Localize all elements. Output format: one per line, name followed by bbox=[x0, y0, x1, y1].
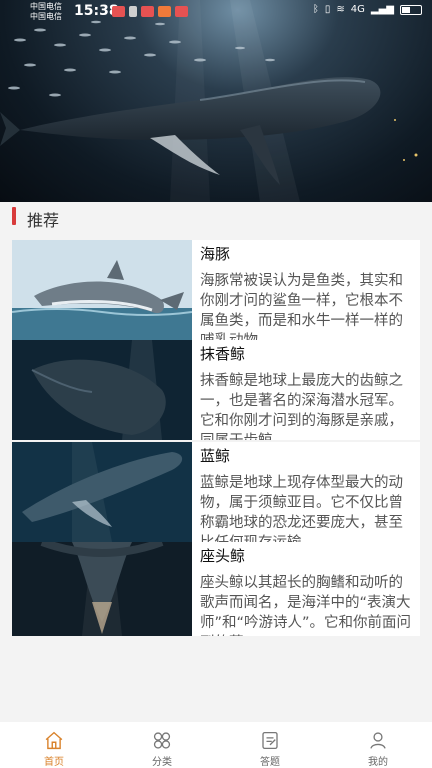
signal-bars-icon: ▂▄▆ bbox=[370, 4, 394, 15]
section-accent-bar bbox=[12, 207, 16, 225]
list-item-description: 座头鲸以其超长的胸鳍和动听的歌声而闻名，是海洋中的“表演大师”和“吟游诗人”。它… bbox=[200, 575, 412, 636]
list-item-info: 蓝鲸 蓝鲸是地球上现存体型最大的动物，属于须鲸亚目。它不仅比曾称霸地球的恐龙还要… bbox=[192, 442, 420, 542]
list-item-description: 抹香鲸是地球上最庞大的齿鲸之一，也是著名的深海潜水冠军。它和你刚才问到的海豚是亲… bbox=[200, 373, 403, 440]
nav-profile[interactable]: 我的 bbox=[324, 722, 432, 768]
notification-icons bbox=[112, 6, 188, 17]
dolphin-photo bbox=[12, 240, 192, 340]
carrier-info: 中国电信 中国电信 bbox=[30, 2, 62, 22]
list-item-info: 海豚 海豚常被误认为是鱼类，其实和你刚才问的鲨鱼一样，它根本不属鱼类，而是和水牛… bbox=[192, 240, 420, 340]
battery-icon bbox=[400, 4, 422, 15]
section-header: 推荐 bbox=[0, 205, 432, 230]
wifi-icon: ≋ bbox=[336, 4, 345, 15]
carrier-1: 中国电信 bbox=[30, 2, 62, 11]
app-notification-icon bbox=[175, 6, 188, 17]
app-notification-icon bbox=[112, 6, 125, 17]
quiz-icon bbox=[262, 731, 278, 750]
vibrate-icon: ▯ bbox=[324, 4, 331, 15]
humpback-whale-photo bbox=[0, 0, 418, 202]
list-item-info: 抹香鲸 抹香鲸是地球上最庞大的齿鲸之一，也是著名的深海潜水冠军。它和你刚才问到的… bbox=[192, 340, 420, 440]
list-item-description: 蓝鲸是地球上现存体型最大的动物，属于须鲸亚目。它不仅比曾称霸地球的恐龙还要庞大，… bbox=[200, 475, 403, 542]
list-item[interactable]: 座头鲸 座头鲸以其超长的胸鳍和动听的歌声而闻名，是海洋中的“表演大师”和“吟游诗… bbox=[12, 542, 420, 636]
home-icon bbox=[45, 731, 63, 750]
app-notification-icon bbox=[129, 6, 137, 17]
app-notification-icon bbox=[141, 6, 154, 17]
section-title: 推荐 bbox=[27, 211, 60, 230]
bluetooth-icon: ᛒ bbox=[312, 4, 319, 15]
nav-category-label: 分类 bbox=[152, 757, 172, 768]
blue-whale-photo bbox=[12, 442, 192, 542]
hero-banner[interactable] bbox=[0, 0, 432, 202]
list-item-title: 蓝鲸 bbox=[200, 447, 231, 465]
nav-category[interactable]: 分类 bbox=[108, 722, 216, 768]
list-item-info: 座头鲸 座头鲸以其超长的胸鳍和动听的歌声而闻名，是海洋中的“表演大师”和“吟游诗… bbox=[192, 542, 420, 636]
list-item[interactable]: 蓝鲸 蓝鲸是地球上现存体型最大的动物，属于须鲸亚目。它不仅比曾称霸地球的恐龙还要… bbox=[12, 442, 420, 542]
profile-icon bbox=[370, 732, 386, 749]
carrier-2: 中国电信 bbox=[30, 12, 62, 21]
app-notification-icon bbox=[158, 6, 171, 17]
nav-home[interactable]: 首页 bbox=[0, 722, 108, 768]
bottom-navigation: 首页 分类 答题 我的 bbox=[0, 722, 432, 768]
list-item[interactable]: 海豚 海豚常被误认为是鱼类，其实和你刚才问的鲨鱼一样，它根本不属鱼类，而是和水牛… bbox=[12, 240, 420, 340]
list-item[interactable]: 抹香鲸 抹香鲸是地球上最庞大的齿鲸之一，也是著名的深海潜水冠军。它和你刚才问到的… bbox=[12, 340, 420, 440]
signal-icon: 4G bbox=[350, 4, 365, 15]
list-item-title: 座头鲸 bbox=[200, 547, 246, 565]
category-icon bbox=[153, 732, 171, 749]
status-bar: 中国电信 中国电信 15:38 ᛒ ▯ ≋ 4G ▂▄▆ bbox=[0, 0, 432, 24]
nav-home-label: 首页 bbox=[44, 757, 64, 768]
nav-profile-label: 我的 bbox=[368, 757, 388, 768]
list-item-title: 抹香鲸 bbox=[200, 345, 246, 363]
list-item-description: 海豚常被误认为是鱼类，其实和你刚才问的鲨鱼一样，它根本不属鱼类，而是和水牛一样一… bbox=[200, 273, 403, 340]
animal-list: 海豚 海豚常被误认为是鱼类，其实和你刚才问的鲨鱼一样，它根本不属鱼类，而是和水牛… bbox=[12, 240, 420, 636]
humpback-whale-photo bbox=[12, 542, 192, 636]
nav-quiz-label: 答题 bbox=[260, 757, 280, 768]
system-icons: ᛒ ▯ ≋ 4G ▂▄▆ bbox=[313, 4, 422, 15]
list-item-title: 海豚 bbox=[200, 245, 231, 263]
nav-quiz[interactable]: 答题 bbox=[216, 722, 324, 768]
sperm-whale-photo bbox=[12, 340, 192, 440]
